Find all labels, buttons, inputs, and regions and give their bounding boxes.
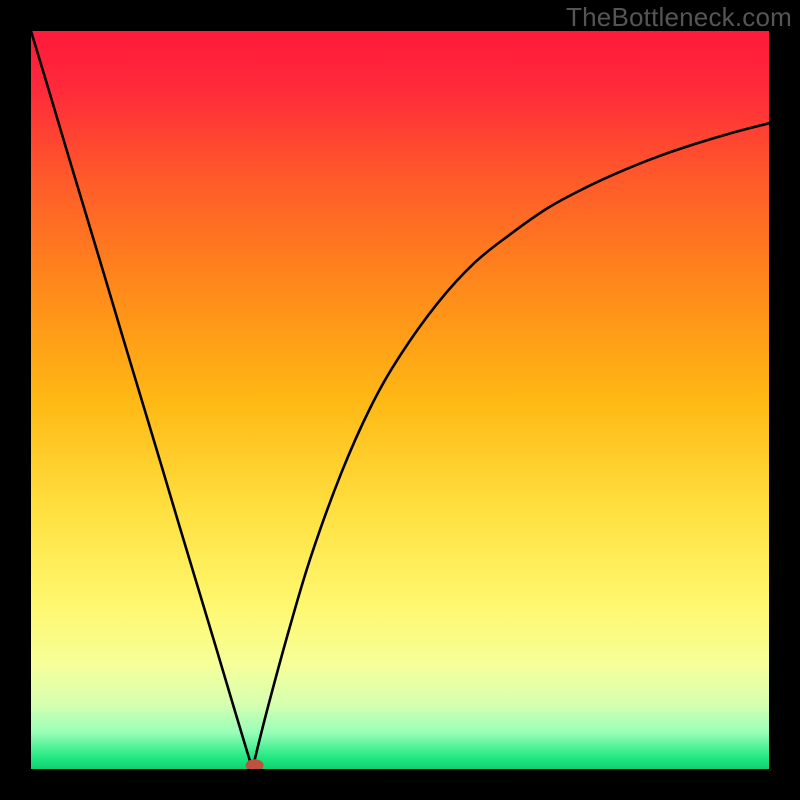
watermark-text: TheBottleneck.com xyxy=(566,2,792,33)
chart-frame: TheBottleneck.com xyxy=(0,0,800,800)
plot-area xyxy=(31,31,769,769)
bottleneck-curve-chart xyxy=(31,31,769,769)
